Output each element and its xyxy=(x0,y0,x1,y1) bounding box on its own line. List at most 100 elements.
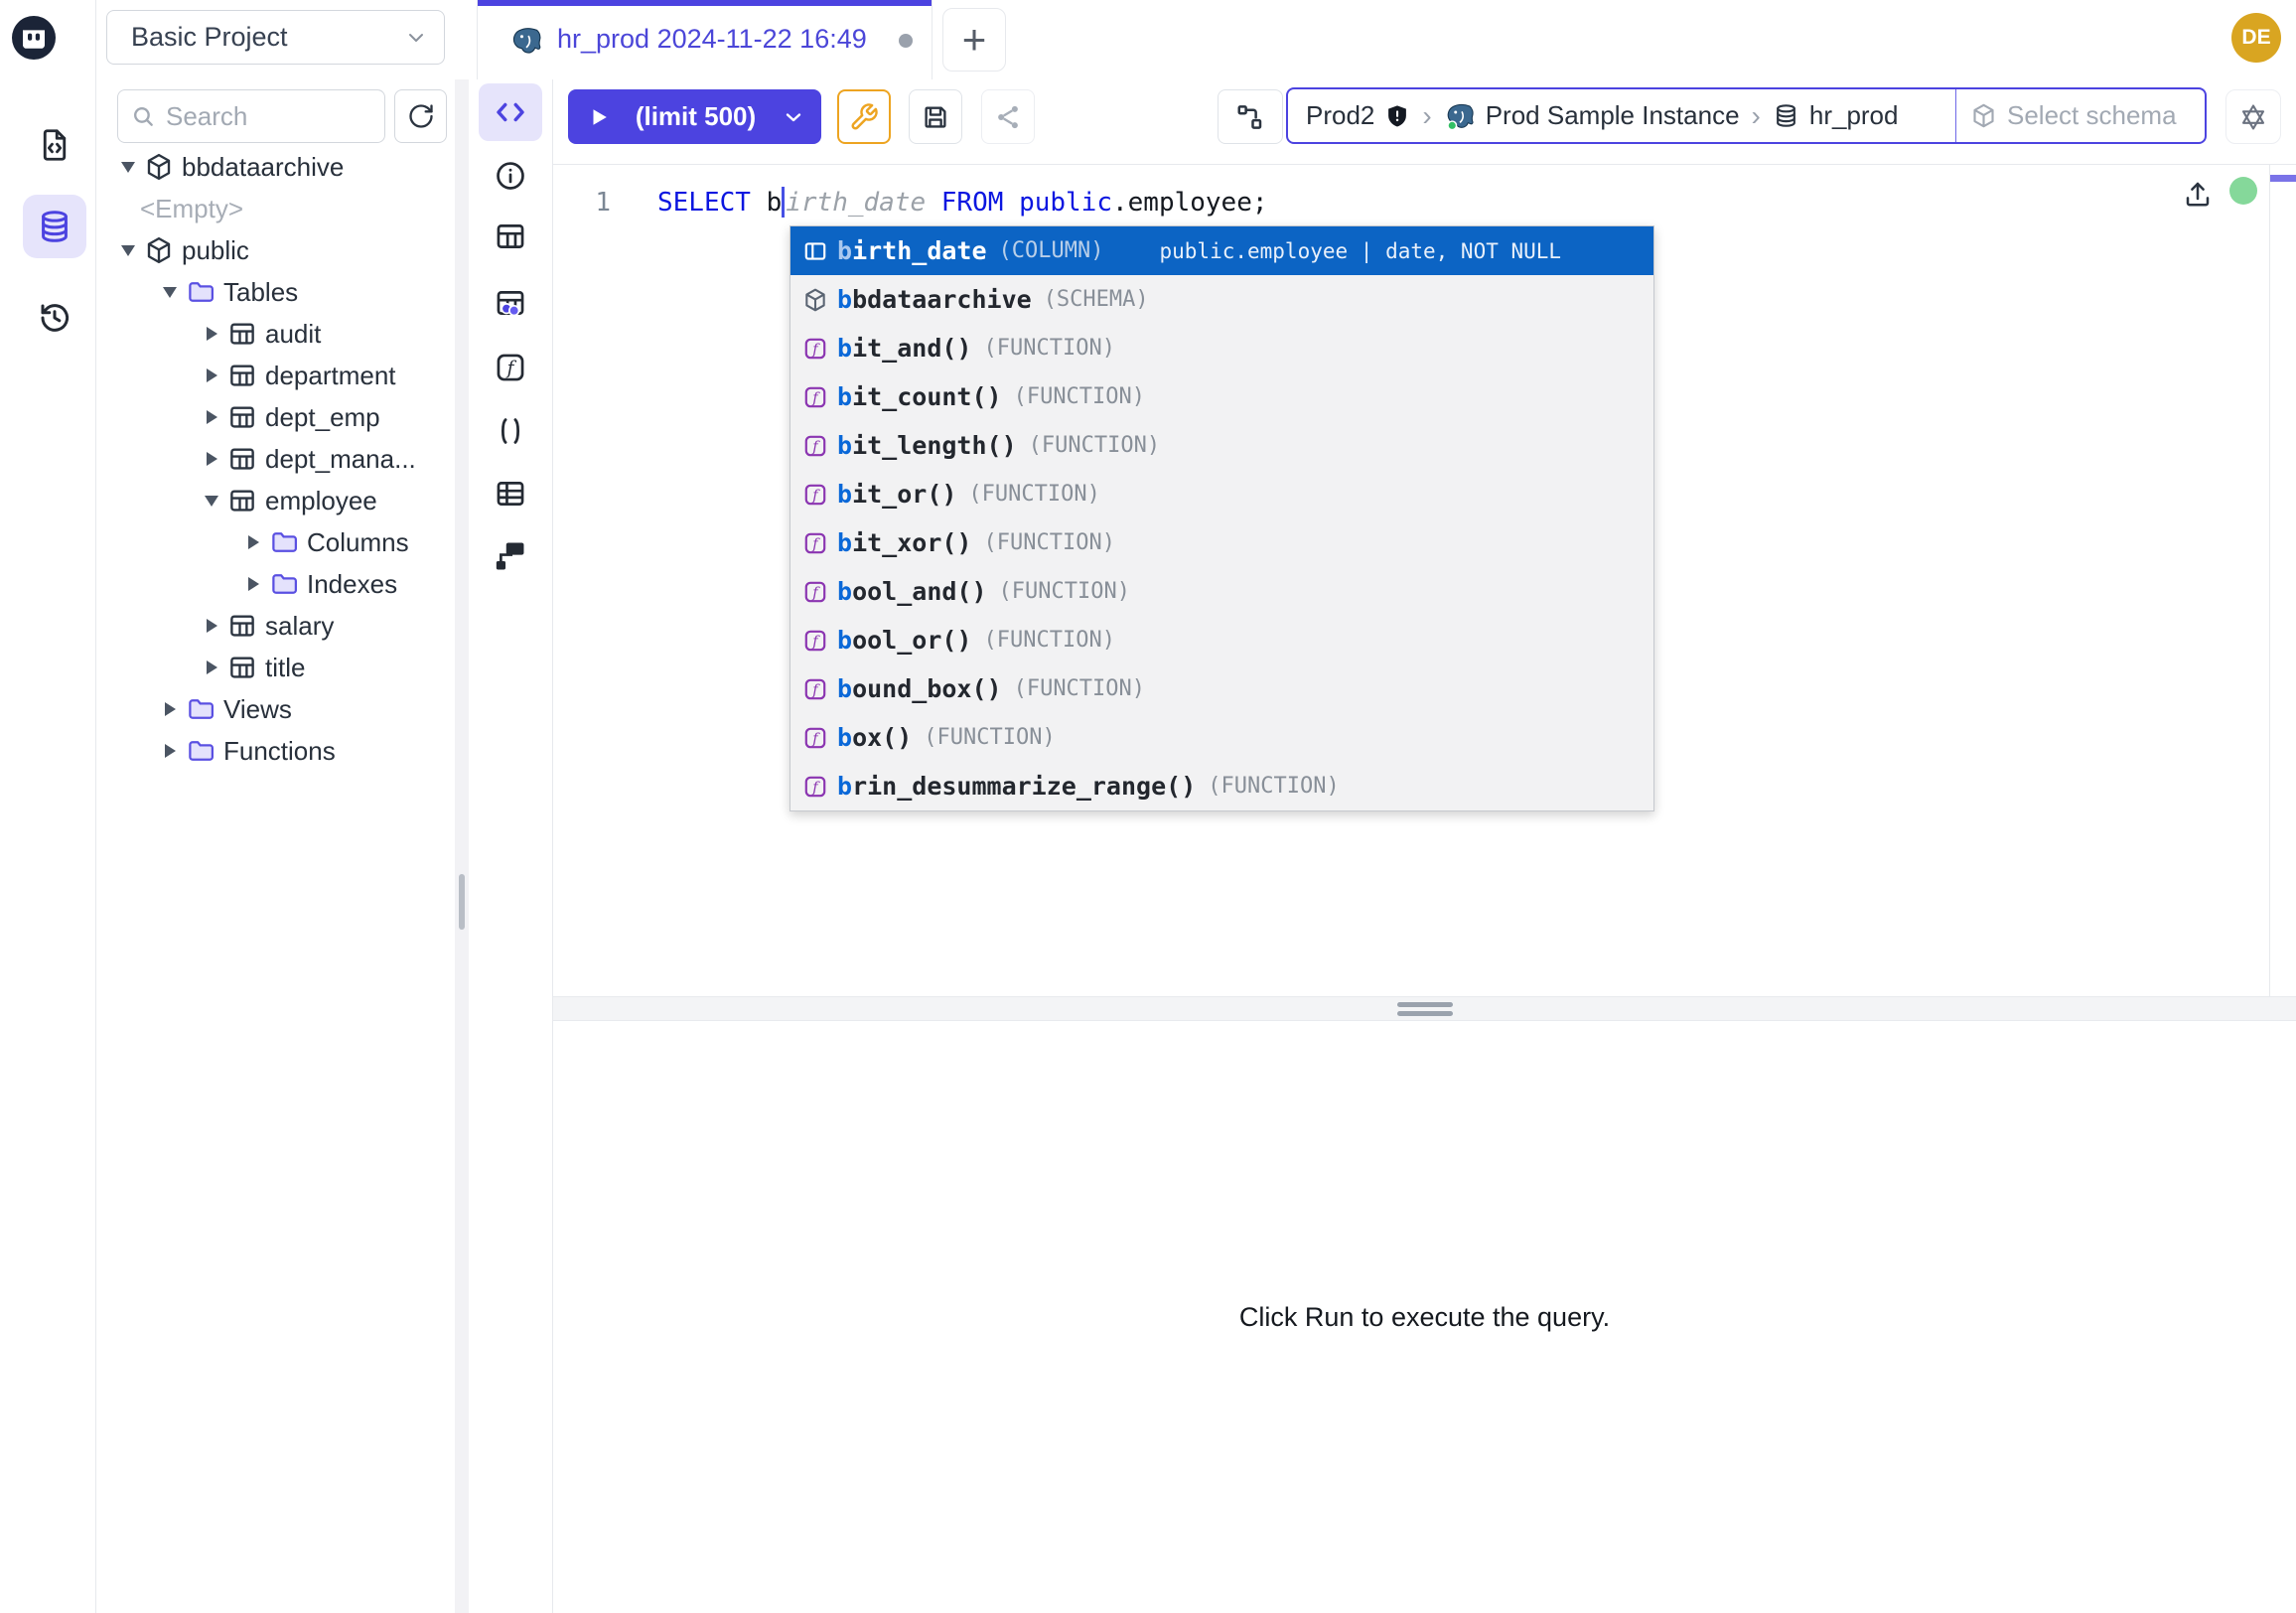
tree-item[interactable]: department xyxy=(96,355,455,396)
schema-cube-icon xyxy=(1970,102,1997,129)
procedures-panel-icon[interactable] xyxy=(494,414,527,448)
suggest-kind: (FUNCTION) xyxy=(968,482,1099,507)
tree-item[interactable]: salary xyxy=(96,605,455,647)
suggest-item[interactable]: f bound_box() (FUNCTION) xyxy=(790,664,1653,713)
tree-item[interactable]: Functions xyxy=(96,730,455,772)
tree-caret[interactable] xyxy=(158,280,182,304)
suggest-kind: (FUNCTION) xyxy=(924,725,1055,750)
tree-caret[interactable] xyxy=(241,530,265,554)
schema-select[interactable]: Select schema xyxy=(1956,100,2205,131)
function-icon: f xyxy=(802,433,828,459)
share-button[interactable] xyxy=(981,89,1035,144)
tree-caret[interactable] xyxy=(241,572,265,596)
table-icon xyxy=(227,402,257,432)
table-panel-icon[interactable] xyxy=(494,220,527,253)
search-input[interactable] xyxy=(166,101,355,132)
suggest-item[interactable]: f bool_and() (FUNCTION) xyxy=(790,567,1653,616)
share-icon xyxy=(993,102,1023,132)
tree-item[interactable]: dept_mana... xyxy=(96,438,455,480)
tab-hr-prod[interactable]: hr_prod 2024-11-22 16:49 xyxy=(477,0,933,79)
function-icon: f xyxy=(802,579,828,605)
database-icon xyxy=(1773,102,1799,129)
new-tab-button[interactable]: + xyxy=(942,8,1006,72)
suggest-item[interactable]: f bool_or() (FUNCTION) xyxy=(790,616,1653,664)
tree-item-label: <Empty> xyxy=(140,194,243,224)
info-icon[interactable] xyxy=(494,159,527,193)
tree-caret[interactable] xyxy=(200,489,223,513)
suggest-item[interactable]: f bit_count() (FUNCTION) xyxy=(790,372,1653,421)
panel-splitter[interactable] xyxy=(455,79,469,1613)
tree-caret[interactable] xyxy=(116,197,140,220)
tree-caret[interactable] xyxy=(200,364,223,387)
tree-caret[interactable] xyxy=(200,447,223,471)
function-icon: f xyxy=(802,725,828,751)
suggest-item[interactable]: f bit_or() (FUNCTION) xyxy=(790,470,1653,518)
databases-nav-active[interactable] xyxy=(23,195,86,258)
suggest-item[interactable]: birth_date (COLUMN) public.employee | da… xyxy=(790,226,1653,275)
tree-caret[interactable] xyxy=(200,614,223,638)
functions-panel-icon[interactable]: f xyxy=(494,351,527,384)
worksheets-icon[interactable] xyxy=(37,127,72,163)
tree-item[interactable]: audit xyxy=(96,313,455,355)
editor-icon-strip: f xyxy=(469,79,553,1613)
suggest-item[interactable]: f box() (FUNCTION) xyxy=(790,713,1653,762)
upload-icon[interactable] xyxy=(2183,179,2213,209)
tree-item[interactable]: dept_emp xyxy=(96,396,455,438)
folder-icon xyxy=(269,527,299,557)
postgresql-instance-icon xyxy=(1444,100,1476,132)
results-splitter[interactable] xyxy=(553,996,2296,1021)
table-rows-icon[interactable] xyxy=(494,477,527,511)
tree-item[interactable]: bbdataarchive xyxy=(96,146,455,188)
project-select[interactable]: Basic Project xyxy=(106,10,445,65)
suggest-label: bool_or() xyxy=(837,626,971,655)
suggest-item[interactable]: f bit_xor() (FUNCTION) xyxy=(790,518,1653,567)
avatar[interactable]: DE xyxy=(2231,13,2281,63)
function-icon: f xyxy=(802,774,828,800)
function-icon: f xyxy=(802,482,828,508)
panel-splitter-grip[interactable] xyxy=(459,874,465,930)
tree-caret[interactable] xyxy=(158,697,182,721)
tree-caret[interactable] xyxy=(200,322,223,346)
left-rail xyxy=(0,0,96,1613)
play-icon xyxy=(588,106,610,128)
tree-caret[interactable] xyxy=(116,238,140,262)
connection-target[interactable]: Prod2 › Prod Sample Instance › hr_prod xyxy=(1288,100,1955,132)
bytebase-logo[interactable] xyxy=(10,14,58,62)
save-button[interactable] xyxy=(909,89,962,144)
format-sql-button[interactable] xyxy=(837,89,891,144)
suggest-item[interactable]: bbdataarchive (SCHEMA) xyxy=(790,275,1653,324)
suggest-label: bit_count() xyxy=(837,382,1002,411)
code-content: SELECT birth_date FROM public.employee; xyxy=(657,187,1268,220)
schema-icon xyxy=(802,287,828,313)
overview-ruler[interactable] xyxy=(2269,165,2296,996)
refresh-tree-button[interactable] xyxy=(394,89,447,143)
tree-item[interactable]: title xyxy=(96,647,455,688)
tree-item[interactable]: <Empty> xyxy=(96,188,455,229)
suggest-item[interactable]: f bit_length() (FUNCTION) xyxy=(790,421,1653,470)
suggest-item[interactable]: f bit_and() (FUNCTION) xyxy=(790,324,1653,372)
table-keys-icon[interactable] xyxy=(494,286,527,320)
tree-item[interactable]: Columns xyxy=(96,521,455,563)
run-button[interactable]: (limit 500) xyxy=(568,89,821,144)
results-panel: Click Run to execute the query. xyxy=(553,1021,2296,1613)
suggest-item[interactable]: f brin_desummarize_range() (FUNCTION) xyxy=(790,762,1653,810)
tree-item[interactable]: public xyxy=(96,229,455,271)
tree-item-label: Indexes xyxy=(307,569,397,600)
folder-icon xyxy=(186,694,215,724)
tree-item[interactable]: Views xyxy=(96,688,455,730)
tree-caret[interactable] xyxy=(158,739,182,763)
history-icon[interactable] xyxy=(37,300,72,336)
tree-item[interactable]: Indexes xyxy=(96,563,455,605)
schema-diagram-icon[interactable] xyxy=(494,539,527,573)
change-connection-button[interactable] xyxy=(1218,89,1283,144)
code-panel-toggle[interactable] xyxy=(479,83,542,141)
database-icon xyxy=(37,209,72,244)
tree-caret[interactable] xyxy=(200,405,223,429)
tree-caret[interactable] xyxy=(200,656,223,679)
table-icon xyxy=(227,444,257,474)
tree-caret[interactable] xyxy=(116,155,140,179)
tree-item[interactable]: employee xyxy=(96,480,455,521)
tree-item[interactable]: Tables xyxy=(96,271,455,313)
table-icon xyxy=(227,361,257,390)
ai-assistant-button[interactable] xyxy=(2225,89,2281,144)
